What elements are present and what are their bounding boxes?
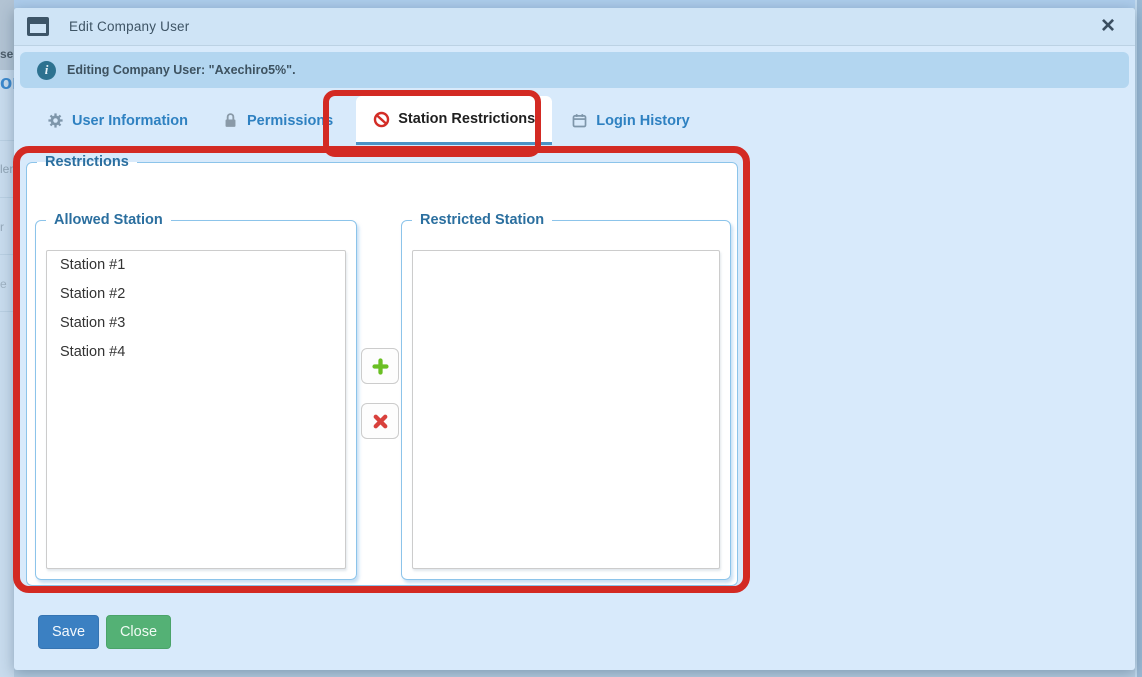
add-button[interactable] (361, 348, 399, 384)
tab-login-history[interactable]: Login History (554, 96, 706, 145)
background-row-divider (0, 197, 14, 198)
list-item[interactable]: Station #2 (47, 280, 345, 309)
allowed-station-fieldset: Allowed Station Station #1 Station #2 St… (35, 212, 357, 580)
list-item[interactable]: Station #1 (47, 251, 345, 280)
background-text-fragment: ler (0, 162, 13, 176)
allowed-station-legend: Allowed Station (46, 212, 171, 228)
tab-station-restrictions[interactable]: Station Restrictions (356, 96, 552, 145)
remove-button[interactable] (361, 403, 399, 439)
tab-label: Login History (596, 113, 689, 129)
close-icon[interactable]: × (1094, 12, 1122, 40)
tab-label: User Information (72, 113, 188, 129)
move-buttons (361, 348, 399, 439)
restricted-station-legend: Restricted Station (412, 212, 552, 228)
calendar-icon (571, 112, 588, 129)
background-row-divider (0, 140, 14, 141)
save-button[interactable]: Save (38, 615, 99, 649)
add-icon (371, 357, 390, 376)
background-page-scrollbar[interactable] (1135, 0, 1142, 677)
restricted-station-fieldset: Restricted Station (401, 212, 731, 580)
background-page-top-edge (14, 0, 1135, 8)
lock-icon (222, 112, 239, 129)
tab-label: Station Restrictions (398, 111, 535, 127)
restricted-station-list[interactable] (412, 250, 720, 569)
background-page-bottom-edge (14, 670, 1135, 677)
background-row-divider (0, 254, 14, 255)
tab-permissions[interactable]: Permissions (205, 96, 350, 145)
background-text-fragment: e (0, 277, 7, 291)
restrictions-legend: Restrictions (37, 154, 137, 170)
info-icon: i (37, 61, 56, 80)
background-text-fragment: ser (0, 47, 14, 61)
background-row-divider (0, 311, 14, 312)
restrictions-fieldset: Restrictions Allowed Station Station #1 … (26, 154, 738, 586)
list-item[interactable]: Station #3 (47, 309, 345, 338)
window-icon (27, 17, 49, 36)
background-text-fragment: on (0, 72, 14, 95)
dialog-title: Edit Company User (69, 19, 189, 34)
background-text-fragment: r (0, 220, 4, 234)
list-item[interactable]: Station #4 (47, 338, 345, 367)
tab-user-information[interactable]: User Information (30, 96, 205, 145)
no-entry-icon (373, 111, 390, 128)
tab-bar: User Information Permissions Station Res… (30, 96, 707, 145)
gear-icon (47, 112, 64, 129)
info-banner: i Editing Company User: "Axechiro5%". (20, 52, 1129, 88)
dialog-titlebar: Edit Company User × (14, 8, 1135, 46)
info-banner-text: Editing Company User: "Axechiro5%". (67, 63, 296, 77)
background-page-left-edge: ser on ler r e (0, 0, 14, 677)
remove-x-icon (371, 412, 390, 431)
edit-company-user-dialog: Edit Company User × i Editing Company Us… (14, 8, 1135, 670)
tab-label: Permissions (247, 113, 333, 129)
close-button[interactable]: Close (106, 615, 171, 649)
allowed-station-list[interactable]: Station #1 Station #2 Station #3 Station… (46, 250, 346, 569)
